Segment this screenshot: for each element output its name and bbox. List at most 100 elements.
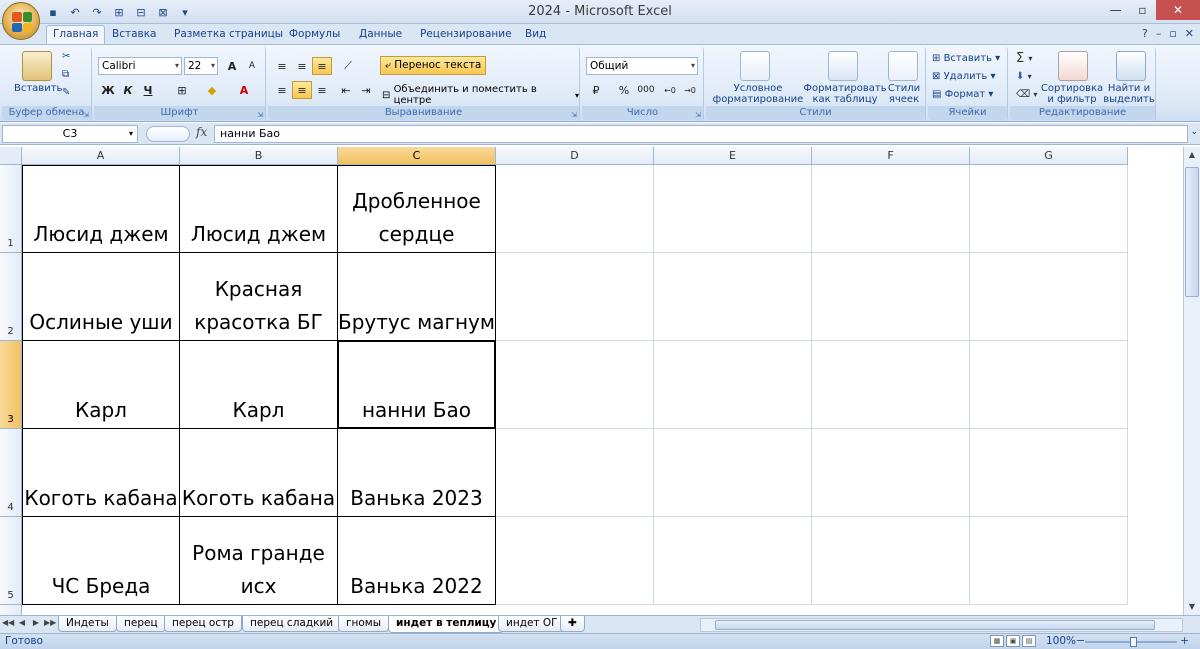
- insert-cells-button[interactable]: ⊞ Вставить ▾: [932, 53, 1000, 64]
- spreadsheet-grid[interactable]: A B C D E F G 1 Люсид джем Люсид джем Дробленное с…: [0, 147, 1183, 615]
- close-button[interactable]: ✕: [1156, 0, 1200, 20]
- column-header-a[interactable]: A: [22, 147, 180, 165]
- column-header-c[interactable]: C: [338, 147, 496, 165]
- sheet-tab[interactable]: гномы: [338, 616, 390, 632]
- orientation-icon[interactable]: ⟋: [338, 57, 358, 75]
- cell-c1[interactable]: Дробленное сердце: [338, 165, 496, 253]
- maximize-button[interactable]: ▫: [1129, 0, 1156, 20]
- delete-cells-button[interactable]: ⊠ Удалить ▾: [932, 71, 996, 82]
- cut-icon[interactable]: ✂: [62, 51, 70, 62]
- restore-window-icon[interactable]: ▫: [1169, 27, 1176, 40]
- tab-page-layout[interactable]: Разметка страницы: [168, 26, 289, 44]
- row-header-3[interactable]: 3: [0, 341, 22, 429]
- copy-icon[interactable]: ⧉: [62, 69, 69, 80]
- cell-b1[interactable]: Люсид джем: [180, 165, 338, 253]
- align-top-icon[interactable]: ≡: [272, 57, 292, 75]
- font-color-icon[interactable]: A: [234, 81, 254, 99]
- sheet-tab[interactable]: индет ОГ: [498, 616, 566, 632]
- horizontal-scroll-thumb[interactable]: [715, 620, 1155, 630]
- first-sheet-icon[interactable]: ◀◀: [2, 618, 14, 627]
- cell-b3[interactable]: Карл: [180, 341, 338, 429]
- tab-data[interactable]: Данные: [353, 26, 408, 44]
- format-cells-button[interactable]: ▤ Формат ▾: [932, 89, 993, 100]
- scroll-down-icon[interactable]: ▼: [1184, 599, 1200, 615]
- sheet-tab[interactable]: перец сладкий: [242, 616, 342, 632]
- insert-function-button[interactable]: fx: [196, 125, 207, 139]
- font-size-select[interactable]: 22 ▾: [184, 57, 218, 75]
- align-bottom-icon[interactable]: ≡: [312, 57, 332, 75]
- cell-styles-button[interactable]: Стили ячеек: [884, 83, 924, 105]
- cell-a3[interactable]: Карл: [22, 341, 180, 429]
- paste-icon[interactable]: [22, 51, 52, 81]
- cell-a5[interactable]: ЧС Бреда: [22, 517, 180, 605]
- tab-formulas[interactable]: Формулы: [283, 26, 346, 44]
- zoom-level[interactable]: 100%: [1046, 635, 1076, 647]
- cell-g5[interactable]: [970, 517, 1128, 605]
- vertical-scrollbar[interactable]: ▲ ▼: [1183, 147, 1200, 615]
- cell-d5[interactable]: [496, 517, 654, 605]
- align-center-icon[interactable]: ≡: [292, 81, 312, 99]
- cell-b5[interactable]: Рома гранде исх: [180, 517, 338, 605]
- currency-icon[interactable]: ₽: [586, 81, 606, 99]
- cell-g2[interactable]: [970, 253, 1128, 341]
- cell-a2[interactable]: Ослиные уши: [22, 253, 180, 341]
- conditional-formatting-button[interactable]: Условное форматирование: [710, 83, 806, 105]
- column-header-f[interactable]: F: [812, 147, 970, 165]
- dialog-launcher-icon[interactable]: ⇲: [571, 111, 577, 119]
- close-window-icon[interactable]: ✕: [1185, 27, 1194, 40]
- sort-filter-button[interactable]: Сортировка и фильтр: [1040, 83, 1104, 105]
- expand-formula-icon[interactable]: ⌄: [1190, 127, 1198, 137]
- clear-icon[interactable]: ⌫ ▾: [1016, 89, 1037, 100]
- decrease-indent-icon[interactable]: ⇤: [336, 81, 356, 99]
- cell-g1[interactable]: [970, 165, 1128, 253]
- thousands-button[interactable]: 000: [636, 81, 656, 99]
- format-as-table-button[interactable]: Форматировать как таблицу: [803, 83, 886, 105]
- underline-button[interactable]: Ч: [138, 81, 158, 99]
- cell-f3[interactable]: [812, 341, 970, 429]
- zoom-in-button[interactable]: +: [1180, 634, 1189, 647]
- cell-f2[interactable]: [812, 253, 970, 341]
- cell-b4[interactable]: Коготь кабана: [180, 429, 338, 517]
- cell-d2[interactable]: [496, 253, 654, 341]
- row-header-1[interactable]: 1: [0, 165, 22, 253]
- percent-button[interactable]: %: [614, 81, 634, 99]
- name-box[interactable]: C3 ▾: [2, 125, 138, 143]
- page-layout-view-icon[interactable]: ▣: [1006, 635, 1020, 647]
- tab-view[interactable]: Вид: [519, 26, 552, 44]
- sheet-tab[interactable]: Индеты: [58, 616, 117, 632]
- bold-button[interactable]: Ж: [98, 81, 118, 99]
- dialog-launcher-icon[interactable]: ⇲: [695, 111, 701, 119]
- row-header-2[interactable]: 2: [0, 253, 22, 341]
- tab-home[interactable]: Главная: [46, 25, 106, 45]
- cell-d3[interactable]: [496, 341, 654, 429]
- font-name-select[interactable]: Calibri ▾: [98, 57, 182, 75]
- cell-f5[interactable]: [812, 517, 970, 605]
- cell-c4[interactable]: Ванька 2023: [338, 429, 496, 517]
- number-format-select[interactable]: Общий ▾: [586, 57, 698, 75]
- align-right-icon[interactable]: ≡: [312, 81, 332, 99]
- cell-g4[interactable]: [970, 429, 1128, 517]
- cell-d1[interactable]: [496, 165, 654, 253]
- minimize-button[interactable]: —: [1102, 0, 1129, 20]
- tab-review[interactable]: Рецензирование: [414, 26, 518, 44]
- fill-color-icon[interactable]: ◆: [202, 81, 222, 99]
- next-sheet-icon[interactable]: ▶: [30, 618, 42, 627]
- cell-d4[interactable]: [496, 429, 654, 517]
- row-header-6[interactable]: [0, 605, 22, 615]
- cell-a4[interactable]: Коготь кабана: [22, 429, 180, 517]
- tab-insert[interactable]: Вставка: [106, 26, 163, 44]
- horizontal-scrollbar[interactable]: [700, 618, 1183, 632]
- format-painter-icon[interactable]: ✎: [62, 87, 70, 98]
- page-break-view-icon[interactable]: ▤: [1022, 635, 1036, 647]
- sheet-tab[interactable]: перец: [116, 616, 166, 632]
- grow-font-button[interactable]: A: [222, 57, 242, 75]
- formula-input[interactable]: нанни Бао: [214, 125, 1188, 143]
- dialog-launcher-icon[interactable]: ⇲: [257, 111, 263, 119]
- shrink-font-button[interactable]: A: [242, 57, 262, 75]
- cell-c2[interactable]: Брутус магнум: [338, 253, 496, 341]
- zoom-out-button[interactable]: −: [1076, 634, 1085, 647]
- italic-button[interactable]: К: [118, 81, 138, 99]
- cell-g3[interactable]: [970, 341, 1128, 429]
- row-header-4[interactable]: 4: [0, 429, 22, 517]
- help-icon[interactable]: ?: [1142, 27, 1148, 40]
